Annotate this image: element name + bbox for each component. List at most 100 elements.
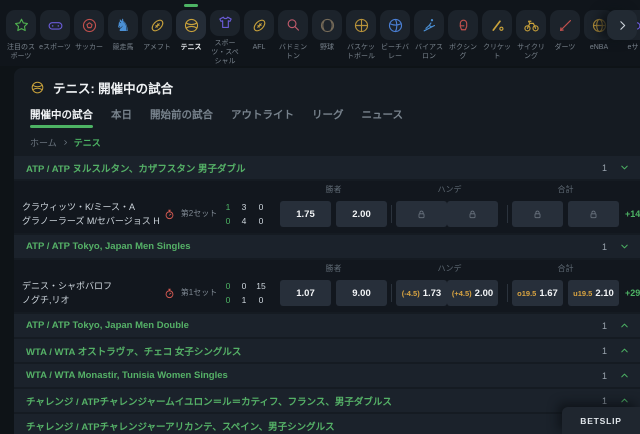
nav-item-bike[interactable]: サイクリング bbox=[514, 6, 548, 66]
nav-item-boxing-glove[interactable]: ボクシング bbox=[446, 6, 480, 66]
nav-item-cricket[interactable]: クリケット bbox=[480, 6, 514, 66]
odds-cell[interactable]: u19.52.10 bbox=[568, 280, 619, 306]
nav-item-star[interactable]: 注目のスポーツ bbox=[4, 6, 38, 66]
odds-cells: 1.75 2.00 +14 bbox=[280, 201, 640, 227]
odds-value: 1.67 bbox=[539, 288, 558, 299]
odds-handicap-label: (-4.5) bbox=[402, 289, 420, 298]
nav-item-label: ボクシング bbox=[446, 43, 480, 61]
tab[interactable]: ニュース bbox=[362, 107, 403, 128]
sport-icon-tile bbox=[414, 10, 444, 40]
odds-group-divider bbox=[507, 284, 508, 302]
nav-item-racket[interactable]: バドミントン bbox=[276, 6, 310, 66]
nav-item-soccer[interactable]: サッカー bbox=[72, 6, 106, 66]
league-name: チャレンジ / ATPチャレンジャームイユロン＝ル＝カティフ、フランス、男子ダブ… bbox=[26, 394, 602, 408]
nav-item-skier[interactable]: バイアスロン bbox=[412, 6, 446, 66]
odds-cell[interactable]: 9.00 bbox=[336, 280, 387, 306]
score-value: 4 bbox=[236, 216, 252, 226]
breadcrumb-home-link[interactable]: ホーム bbox=[30, 136, 57, 149]
odds-cell[interactable]: (-4.5)1.73 bbox=[396, 280, 447, 306]
tennis-ball-icon bbox=[30, 80, 45, 95]
tab[interactable]: 開催中の試合 bbox=[30, 107, 93, 128]
league-row[interactable]: ATP / ATP Tokyo, Japan Men Singles1 bbox=[14, 235, 640, 258]
page-header: テニス: 開催中の試合 開催中の試合本日開始前の試合アウトライトリーグニュース … bbox=[14, 68, 640, 149]
odds-cell[interactable]: 1.07 bbox=[280, 280, 331, 306]
dart-icon bbox=[557, 17, 574, 34]
current-set-label: 第1セット bbox=[180, 288, 218, 298]
odds-cell[interactable]: 1.75 bbox=[280, 201, 331, 227]
volleyball-icon bbox=[387, 17, 404, 34]
more-markets-link[interactable]: +29 bbox=[625, 288, 640, 298]
chevron-up-icon bbox=[619, 395, 630, 406]
breadcrumb: ホームテニス bbox=[30, 136, 624, 149]
more-markets-link[interactable]: +14 bbox=[625, 209, 640, 219]
nav-scroll-right-button[interactable] bbox=[607, 10, 637, 40]
league-row[interactable]: ATP / ATP ヌルスルタン、カザフスタン 男子ダブル1 bbox=[14, 156, 640, 179]
score-grid: 130040 bbox=[220, 202, 270, 226]
tab[interactable]: 開始前の試合 bbox=[150, 107, 213, 128]
match-players[interactable]: デニス・シャポバロフノグチ,リオ bbox=[22, 279, 164, 307]
nav-item-controller[interactable]: eスポーツ bbox=[38, 6, 72, 66]
nav-item-label: サイクリング bbox=[514, 43, 548, 61]
player-name: グラノーラーズ M/セバージョス H bbox=[22, 214, 164, 228]
nav-item-football[interactable]: アメフト bbox=[140, 6, 174, 66]
score-value: 0 bbox=[236, 281, 252, 291]
odds-handicap-label: u19.5 bbox=[573, 289, 592, 298]
odds-cell[interactable]: 2.00 bbox=[336, 201, 387, 227]
sport-icon-tile bbox=[40, 10, 70, 40]
active-sport-indicator bbox=[184, 4, 198, 7]
league-name: ATP / ATP ヌルスルタン、カザフスタン 男子ダブル bbox=[26, 161, 602, 175]
nav-item-label: 競走馬 bbox=[113, 43, 134, 52]
tab[interactable]: 本日 bbox=[111, 107, 132, 128]
league-row[interactable]: チャレンジ / ATPチャレンジャームイユロン＝ル＝カティフ、フランス、男子ダブ… bbox=[14, 389, 640, 412]
league-row[interactable]: ATP / ATP Tokyo, Japan Men Double1 bbox=[14, 314, 640, 337]
nav-item-tennis-ball[interactable]: テニス bbox=[174, 6, 208, 66]
match-count-badge: 1 bbox=[602, 371, 607, 381]
nav-item-label: サッカー bbox=[75, 43, 103, 52]
nav-item-football[interactable]: AFL bbox=[242, 6, 276, 66]
nav-item-jersey[interactable]: スポーツ・スペシャル bbox=[208, 6, 242, 66]
league-row[interactable]: チャレンジ / ATPチャレンジャーアリカンテ、スペイン、男子シングルス2 bbox=[14, 414, 640, 434]
nav-item-label: eNBA bbox=[590, 43, 608, 52]
nav-item-label: ビーチバレー bbox=[378, 43, 412, 61]
league-name: WTA / WTA オストラヴァ、チェコ 女子シングルス bbox=[26, 344, 602, 358]
sport-icon-tile bbox=[278, 10, 308, 40]
nav-item-basketball[interactable]: バスケットボール bbox=[344, 6, 378, 66]
bike-icon bbox=[523, 17, 540, 34]
odds-cell[interactable]: o19.51.67 bbox=[512, 280, 563, 306]
odds-value: 9.00 bbox=[352, 288, 371, 299]
league-name: チャレンジ / ATPチャレンジャーアリカンテ、スペイン、男子シングルス bbox=[26, 419, 602, 433]
odds-value: 2.10 bbox=[595, 288, 614, 299]
nav-item-horse[interactable]: ♞競走馬 bbox=[106, 6, 140, 66]
nav-item-baseball[interactable]: 野球 bbox=[310, 6, 344, 66]
score-value: 1 bbox=[236, 295, 252, 305]
odds-value: 1.75 bbox=[296, 209, 315, 220]
player-name: クラウィッツ・K/ミース・A bbox=[22, 200, 164, 214]
sport-icon-tile bbox=[448, 10, 478, 40]
league-row[interactable]: WTA / WTA オストラヴァ、チェコ 女子シングルス1 bbox=[14, 339, 640, 362]
tennis-ball-icon bbox=[30, 80, 45, 95]
sport-icon-tile bbox=[74, 10, 104, 40]
odds-cell-locked bbox=[512, 201, 563, 227]
chevron-right-icon bbox=[62, 139, 69, 146]
jersey-icon bbox=[217, 14, 234, 31]
market-column-label: 合計 bbox=[512, 263, 619, 274]
page-title: テニス: 開催中の試合 bbox=[53, 78, 173, 97]
tab[interactable]: リーグ bbox=[312, 107, 344, 128]
tab[interactable]: アウトライト bbox=[231, 107, 294, 128]
sport-icon-tile bbox=[550, 10, 580, 40]
soccer-icon bbox=[81, 17, 98, 34]
controller-icon bbox=[47, 17, 64, 34]
league-name: ATP / ATP Tokyo, Japan Men Double bbox=[26, 320, 602, 331]
player-name: ノグチ,リオ bbox=[22, 293, 164, 307]
skier-icon bbox=[421, 17, 438, 34]
betslip-button[interactable]: BETSLIP bbox=[562, 407, 640, 434]
nav-item-volleyball[interactable]: ビーチバレー bbox=[378, 6, 412, 66]
odds-cell-locked bbox=[568, 201, 619, 227]
nav-item-label: テニス bbox=[181, 43, 202, 52]
odds-cell[interactable]: (+4.5)2.00 bbox=[447, 280, 498, 306]
nav-item-dart[interactable]: ダーツ bbox=[548, 6, 582, 66]
tennis-ball-icon bbox=[183, 17, 200, 34]
nav-item-label: クリケット bbox=[480, 43, 514, 61]
match-players[interactable]: クラウィッツ・K/ミース・Aグラノーラーズ M/セバージョス H bbox=[22, 200, 164, 228]
league-row[interactable]: WTA / WTA Monastir, Tunisia Women Single… bbox=[14, 364, 640, 387]
